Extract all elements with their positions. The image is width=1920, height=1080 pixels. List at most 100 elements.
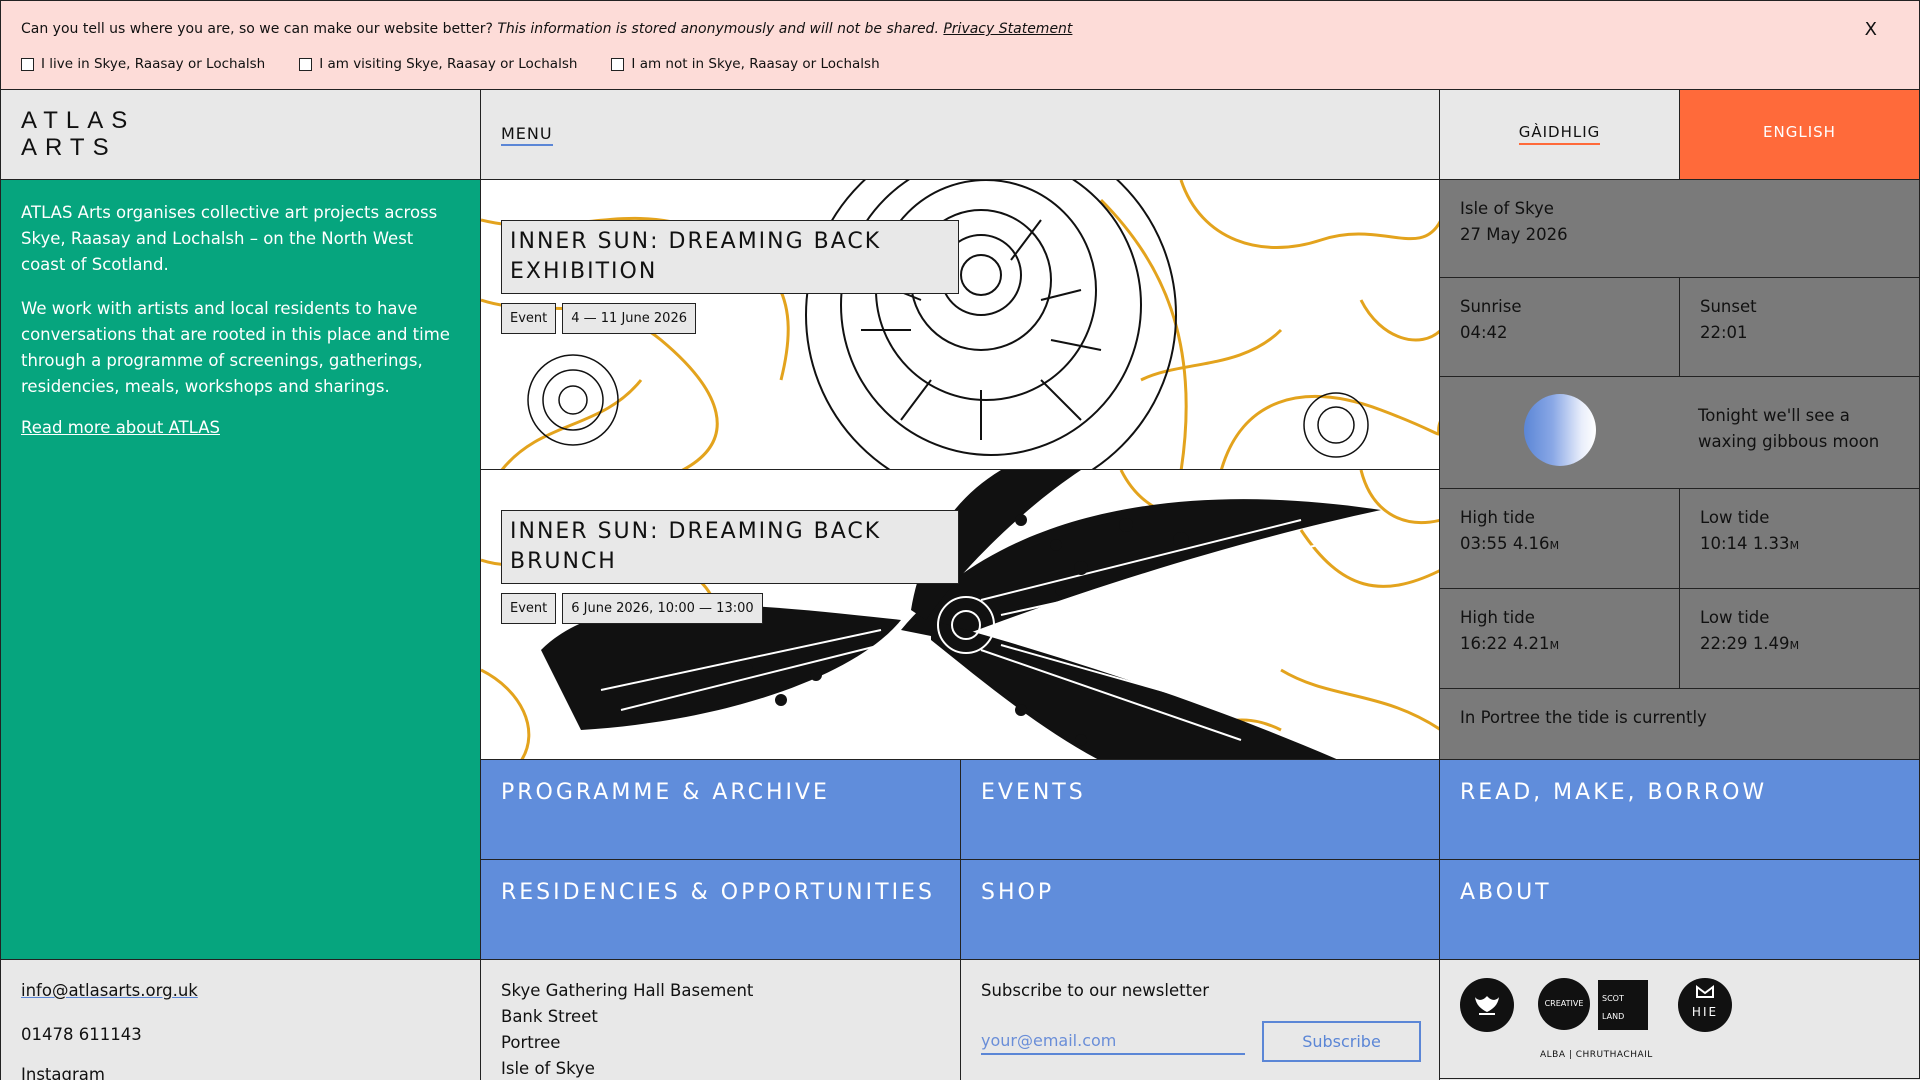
high-tide-time: 03:55: [1460, 534, 1508, 553]
newsletter-heading: Subscribe to our newsletter: [981, 981, 1210, 1000]
footer-funders: CREATIVE SCOT LAND ALBA | CHRUTHACHAIL H…: [1439, 959, 1920, 1079]
low-tide-2-cell: Low tide 22:29 1.49M: [1679, 588, 1920, 689]
checkbox-visiting[interactable]: [299, 57, 313, 71]
option-visiting[interactable]: I am visiting Skye, Raasay or Lochalsh: [299, 56, 577, 72]
option-live-label: I live in Skye, Raasay or Lochalsh: [41, 56, 266, 72]
address-line: Skye Gathering Hall Basement: [501, 981, 754, 1000]
phone-number: 01478 611143: [21, 1025, 142, 1044]
moon-icon: [1524, 394, 1596, 466]
nav-residencies[interactable]: RESIDENCIES & OPPORTUNITIES: [480, 859, 961, 960]
crest-icon: [1475, 996, 1499, 1015]
creative-scotland-logo[interactable]: CREATIVE: [1538, 978, 1590, 1030]
event-date: 4 — 11 June 2026: [562, 303, 696, 334]
checkbox-live[interactable]: [21, 57, 34, 71]
sunrise-label: Sunrise: [1460, 297, 1522, 316]
location-options: I live in Skye, Raasay or Lochalsh I am …: [21, 56, 880, 72]
high-tide-label: High tide: [1460, 608, 1535, 627]
location-banner: Can you tell us where you are, so we can…: [0, 0, 1920, 90]
footer-newsletter: Subscribe to our newsletter Subscribe: [960, 959, 1440, 1080]
footer-address: Skye Gathering Hall Basement Bank Street…: [480, 959, 961, 1080]
low-tide-height: 1.33: [1752, 534, 1790, 553]
low-tide-time: 10:14: [1700, 534, 1748, 553]
moon-cell: Tonight we'll see a waxing gibbous moon: [1439, 376, 1920, 489]
about-para-2: We work with artists and local residents…: [21, 299, 450, 396]
site-logo[interactable]: ATLAS ARTS: [0, 89, 481, 180]
banner-question: Can you tell us where you are, so we can…: [21, 21, 493, 37]
high-tide-height: 4.21: [1512, 634, 1550, 653]
nav-events[interactable]: EVENTS: [960, 759, 1440, 860]
event-type-badge: Event: [501, 303, 557, 334]
low-tide-height: 1.49: [1752, 634, 1790, 653]
low-tide-label: Low tide: [1700, 508, 1770, 527]
nav-programme-archive[interactable]: PROGRAMME & ARCHIVE: [480, 759, 961, 860]
low-tide-1-cell: Low tide 10:14 1.33M: [1679, 488, 1920, 589]
event-tags: Event 6 June 2026, 10:00 — 13:00: [501, 593, 763, 624]
nav-shop[interactable]: SHOP: [960, 859, 1440, 960]
event-tags: Event 4 — 11 June 2026: [501, 303, 696, 334]
hie-mark-icon: [1696, 985, 1714, 998]
lang-gaelic-cell: GÀIDHLIG: [1439, 89, 1680, 180]
address-line: Portree: [501, 1033, 561, 1052]
event-card-brunch[interactable]: INNER SUN: DREAMING BACK BRUNCH Event 6 …: [480, 469, 1440, 760]
high-tide-1-cell: High tide 03:55 4.16M: [1439, 488, 1680, 589]
event-date: 6 June 2026, 10:00 — 13:00: [562, 593, 763, 624]
option-visiting-label: I am visiting Skye, Raasay or Lochalsh: [319, 56, 578, 72]
checkbox-not[interactable]: [611, 57, 625, 71]
email-link[interactable]: info@atlasarts.org.uk: [21, 981, 198, 1000]
sunset-label: Sunset: [1700, 297, 1757, 316]
lang-english-button[interactable]: ENGLISH: [1763, 123, 1836, 141]
event-title[interactable]: INNER SUN: DREAMING BACK EXHIBITION: [501, 220, 959, 294]
option-not[interactable]: I am not in Skye, Raasay or Lochalsh: [611, 56, 880, 72]
logo-line1: ATLAS: [21, 107, 136, 134]
about-panel: ATLAS Arts organises collective art proj…: [0, 179, 481, 960]
option-not-label: I am not in Skye, Raasay or Lochalsh: [631, 56, 880, 72]
height-unit: M: [1789, 539, 1800, 552]
about-para-1: ATLAS Arts organises collective art proj…: [21, 203, 438, 274]
hie-logo[interactable]: HIE: [1678, 978, 1732, 1032]
alba-text: ALBA | CHRUTHACHAIL: [1540, 1050, 1653, 1060]
banner-text: Can you tell us where you are, so we can…: [21, 21, 1072, 37]
sunrise-cell: Sunrise 04:42: [1439, 277, 1680, 377]
nav-read-make-borrow[interactable]: READ, MAKE, BORROW: [1439, 759, 1920, 860]
close-icon[interactable]: X: [1865, 19, 1877, 40]
footer-contact: info@atlasarts.org.uk 01478 611143 Insta…: [0, 959, 481, 1080]
address-line: Bank Street: [501, 1007, 598, 1026]
high-tide-label: High tide: [1460, 508, 1535, 527]
high-tide-height: 4.16: [1512, 534, 1550, 553]
high-tide-time: 16:22: [1460, 634, 1508, 653]
event-type-badge: Event: [501, 593, 557, 624]
lang-gaelic-button[interactable]: GÀIDHLIG: [1518, 123, 1601, 145]
height-unit: M: [1549, 639, 1560, 652]
newsletter-email-input[interactable]: [981, 1027, 1245, 1055]
menu-button[interactable]: MENU: [501, 124, 553, 146]
height-unit: M: [1789, 639, 1800, 652]
privacy-link[interactable]: Privacy Statement: [943, 21, 1072, 37]
logo-line2: ARTS: [21, 134, 117, 161]
lang-english-cell: ENGLISH: [1679, 89, 1920, 180]
sunrise-time: 04:42: [1460, 323, 1508, 342]
moon-text: Tonight we'll see a waxing gibbous moon: [1698, 406, 1880, 451]
location-label: Isle of Skye: [1460, 199, 1554, 218]
nav-about[interactable]: ABOUT: [1439, 859, 1920, 960]
event-title[interactable]: INNER SUN: DREAMING BACK BRUNCH: [501, 510, 959, 584]
instagram-link[interactable]: Instagram: [21, 1065, 105, 1080]
subscribe-button[interactable]: Subscribe: [1262, 1021, 1421, 1062]
height-unit: M: [1549, 539, 1560, 552]
event-card-exhibition[interactable]: INNER SUN: DREAMING BACK EXHIBITION Even…: [480, 179, 1440, 470]
tide-status-cell: In Portree the tide is currently: [1439, 688, 1920, 760]
sunset-time: 22:01: [1700, 323, 1748, 342]
location-date-cell: Isle of Skye 27 May 2026: [1439, 179, 1920, 278]
low-tide-label: Low tide: [1700, 608, 1770, 627]
crest-logo-icon[interactable]: [1460, 978, 1514, 1032]
read-more-link[interactable]: Read more about ATLAS: [21, 418, 220, 437]
banner-note: This information is stored anonymously a…: [497, 21, 939, 37]
menu-bar: MENU: [480, 89, 1440, 180]
low-tide-time: 22:29: [1700, 634, 1748, 653]
tide-status-text: In Portree the tide is currently: [1460, 708, 1707, 727]
high-tide-2-cell: High tide 16:22 4.21M: [1439, 588, 1680, 689]
current-date: 27 May 2026: [1460, 225, 1568, 244]
scotland-logo[interactable]: SCOT LAND: [1598, 980, 1648, 1030]
creative-logo-text: CREATIVE: [1544, 999, 1584, 1008]
option-live[interactable]: I live in Skye, Raasay or Lochalsh: [21, 56, 265, 72]
address-line: Isle of Skye: [501, 1059, 595, 1078]
